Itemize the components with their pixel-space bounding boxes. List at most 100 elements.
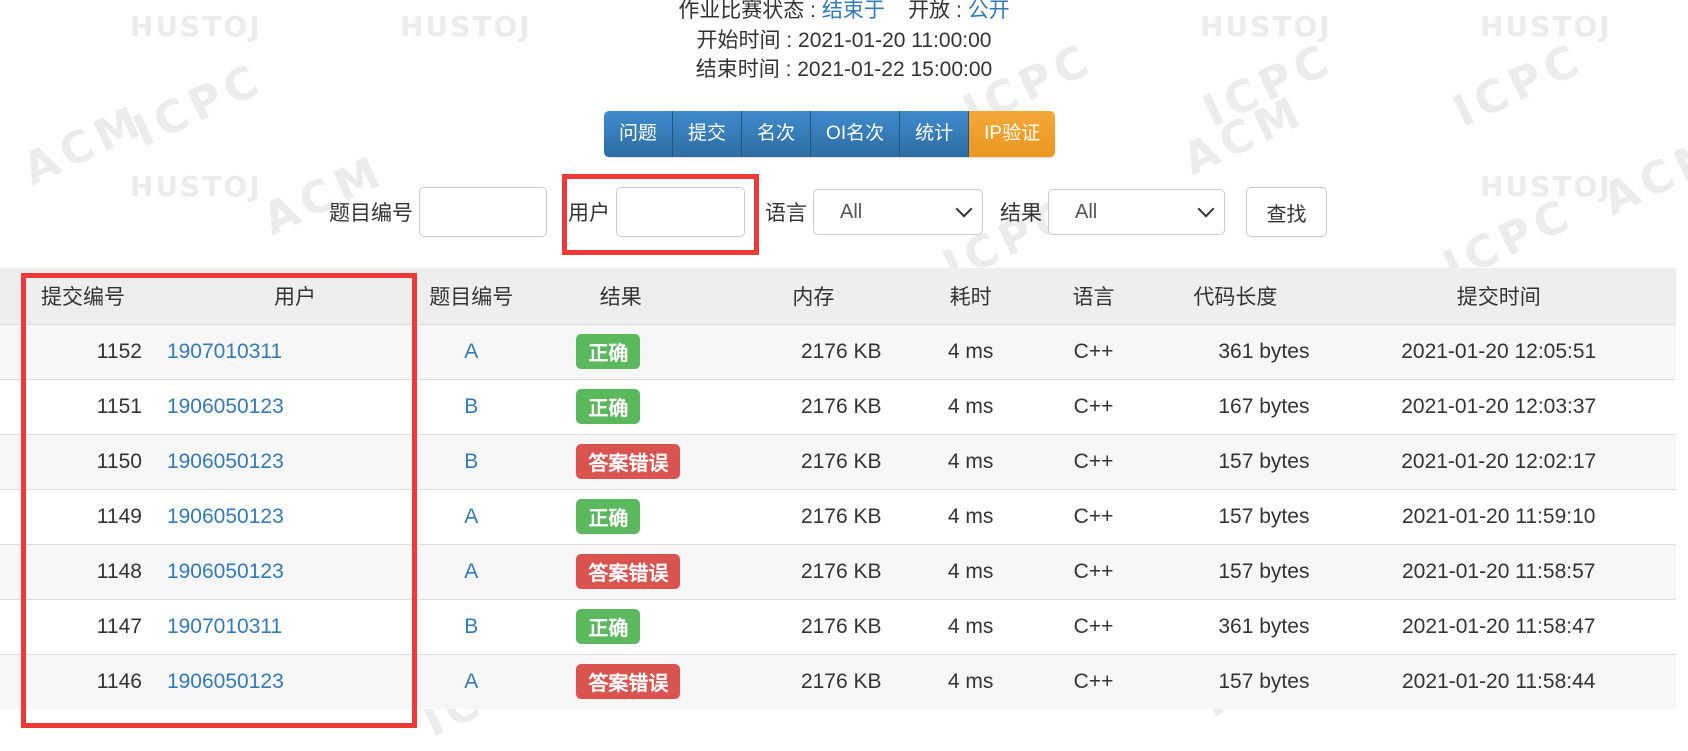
memory-value: 2176 KB [800, 614, 882, 638]
submission-id: 1151 [96, 394, 142, 418]
code-length-value: 157 bytes [1218, 449, 1310, 473]
memory-value: 2176 KB [800, 339, 882, 363]
watermark-text: ACM [1175, 85, 1313, 186]
language-value: C++ [1073, 559, 1114, 583]
table-row: 1152 1907010311 A 正确 2176 KB 4 ms C++ 361 bytes… [0, 324, 1676, 379]
column-header: 耗时 [949, 285, 992, 309]
language-select[interactable]: All [813, 189, 983, 235]
code-length-value: 157 bytes [1218, 504, 1310, 528]
search-button[interactable]: 查找 [1246, 187, 1327, 237]
user-link[interactable]: 1906050123 [167, 505, 284, 528]
problem-filter: 题目编号 [329, 186, 547, 238]
memory-value: 2176 KB [800, 559, 882, 583]
submission-id: 1149 [96, 504, 142, 528]
table-row: 1147 1907010311 B 正确 2176 KB 4 ms C++ 361 bytes… [0, 599, 1676, 654]
problem-link[interactable]: B [464, 395, 478, 418]
problem-link[interactable]: A [464, 670, 478, 693]
tab-statistics[interactable]: 统计 [900, 111, 970, 157]
submit-time-value: 2021-01-20 11:58:44 [1402, 669, 1596, 693]
watermark-text: ACM [1595, 125, 1688, 226]
result-badge[interactable]: 答案错误 [576, 444, 681, 479]
problem-link[interactable]: A [464, 340, 478, 363]
watermark-text: ACM [15, 95, 153, 196]
submission-id: 1152 [96, 339, 142, 363]
result-badge[interactable]: 答案错误 [576, 554, 681, 589]
result-label: 结果 [1000, 202, 1042, 225]
status-value: 结束于 [821, 0, 885, 22]
time-value: 4 ms [947, 449, 994, 473]
tab-submissions[interactable]: 提交 [673, 111, 743, 157]
submit-time-value: 2021-01-20 12:02:17 [1401, 449, 1597, 473]
access-label: 开放 : [908, 0, 968, 22]
user-link[interactable]: 1907010311 [167, 615, 282, 638]
time-value: 4 ms [947, 504, 994, 528]
problem-link[interactable]: B [464, 450, 478, 473]
problem-link[interactable]: A [464, 560, 478, 583]
submit-time-value: 2021-01-20 12:05:51 [1401, 339, 1597, 363]
time-value: 4 ms [947, 559, 994, 583]
user-input[interactable] [616, 187, 745, 237]
result-badge[interactable]: 正确 [576, 389, 641, 424]
column-header: 用户 [274, 285, 317, 309]
tab-problems[interactable]: 问题 [604, 111, 674, 157]
submission-id: 1147 [96, 614, 142, 638]
column-header: 内存 [792, 285, 835, 309]
result-select[interactable]: All [1048, 189, 1225, 235]
code-length-value: 157 bytes [1218, 669, 1310, 693]
time-value: 4 ms [947, 614, 994, 638]
result-badge[interactable]: 答案错误 [576, 664, 681, 700]
start-time: 开始时间 : 2021-01-20 11:00:00 [696, 29, 992, 52]
language-filter: 语言 All [765, 186, 983, 238]
memory-value: 2176 KB [800, 669, 882, 693]
result-badge[interactable]: 正确 [576, 499, 641, 534]
table-row: 1151 1906050123 B 正确 2176 KB 4 ms C++ 167 bytes… [0, 379, 1676, 434]
user-link[interactable]: 1906050123 [167, 670, 284, 693]
result-filter: 结果 All [1000, 186, 1225, 238]
search-area: 查找 [1246, 186, 1327, 238]
language-value: C++ [1073, 614, 1114, 638]
user-link[interactable]: 1906050123 [167, 450, 284, 473]
submission-id: 1150 [96, 449, 142, 473]
chevron-down-icon [955, 200, 973, 218]
result-badge[interactable]: 正确 [576, 609, 641, 644]
access-value: 公开 [967, 0, 1010, 22]
column-header: 提交时间 [1456, 285, 1541, 309]
submit-time-value: 2021-01-20 11:58:47 [1402, 614, 1596, 638]
memory-value: 2176 KB [800, 504, 882, 528]
time-value: 4 ms [947, 394, 994, 418]
chevron-down-icon [1197, 200, 1215, 218]
memory-value: 2176 KB [800, 394, 882, 418]
time-value: 4 ms [947, 339, 994, 363]
tab-ip-verify[interactable]: IP验证 [969, 111, 1056, 157]
user-link[interactable]: 1906050123 [167, 560, 284, 583]
status-label: 作业比赛状态 : [678, 0, 822, 22]
contest-status-line: 作业比赛状态 : 结束于 开放 : 公开 [0, 0, 1688, 24]
user-link[interactable]: 1906050123 [167, 395, 284, 418]
table-row: 1149 1906050123 A 正确 2176 KB 4 ms C++ 157 bytes… [0, 489, 1676, 544]
watermark-text: HUSTOJ [1480, 170, 1612, 203]
column-header: 结果 [599, 285, 642, 309]
problem-link[interactable]: A [464, 505, 478, 528]
language-value: C++ [1073, 504, 1114, 528]
memory-value: 2176 KB [800, 449, 882, 473]
result-badge[interactable]: 正确 [576, 334, 641, 369]
column-header: 题目编号 [429, 285, 514, 309]
problem-id-input[interactable] [419, 187, 547, 237]
tab-oi-ranking[interactable]: OI名次 [811, 111, 901, 157]
column-header: 语言 [1072, 285, 1115, 309]
watermark-text: HUSTOJ [130, 170, 262, 203]
language-selected-value: All [840, 200, 863, 223]
language-value: C++ [1073, 449, 1114, 473]
submission-table: 提交编号 用户 题目编号 结果 内存 耗时 语言 代码长度 提交时间 1152 1… [0, 268, 1676, 709]
user-link[interactable]: 1907010311 [167, 340, 282, 363]
submission-id: 1148 [96, 559, 142, 583]
column-header: 提交编号 [40, 285, 125, 309]
table-row: 1148 1906050123 A 答案错误 2176 KB 4 ms C++ 157 byt… [0, 544, 1676, 599]
language-value: C++ [1073, 339, 1114, 363]
user-label: 用户 [568, 202, 610, 225]
end-time: 结束时间 : 2021-01-22 15:00:00 [695, 58, 993, 81]
table-row: 1150 1906050123 B 答案错误 2176 KB 4 ms C++ 157 byt… [0, 434, 1676, 489]
tab-ranking[interactable]: 名次 [742, 111, 812, 157]
time-value: 4 ms [947, 669, 994, 693]
problem-link[interactable]: B [464, 615, 478, 638]
